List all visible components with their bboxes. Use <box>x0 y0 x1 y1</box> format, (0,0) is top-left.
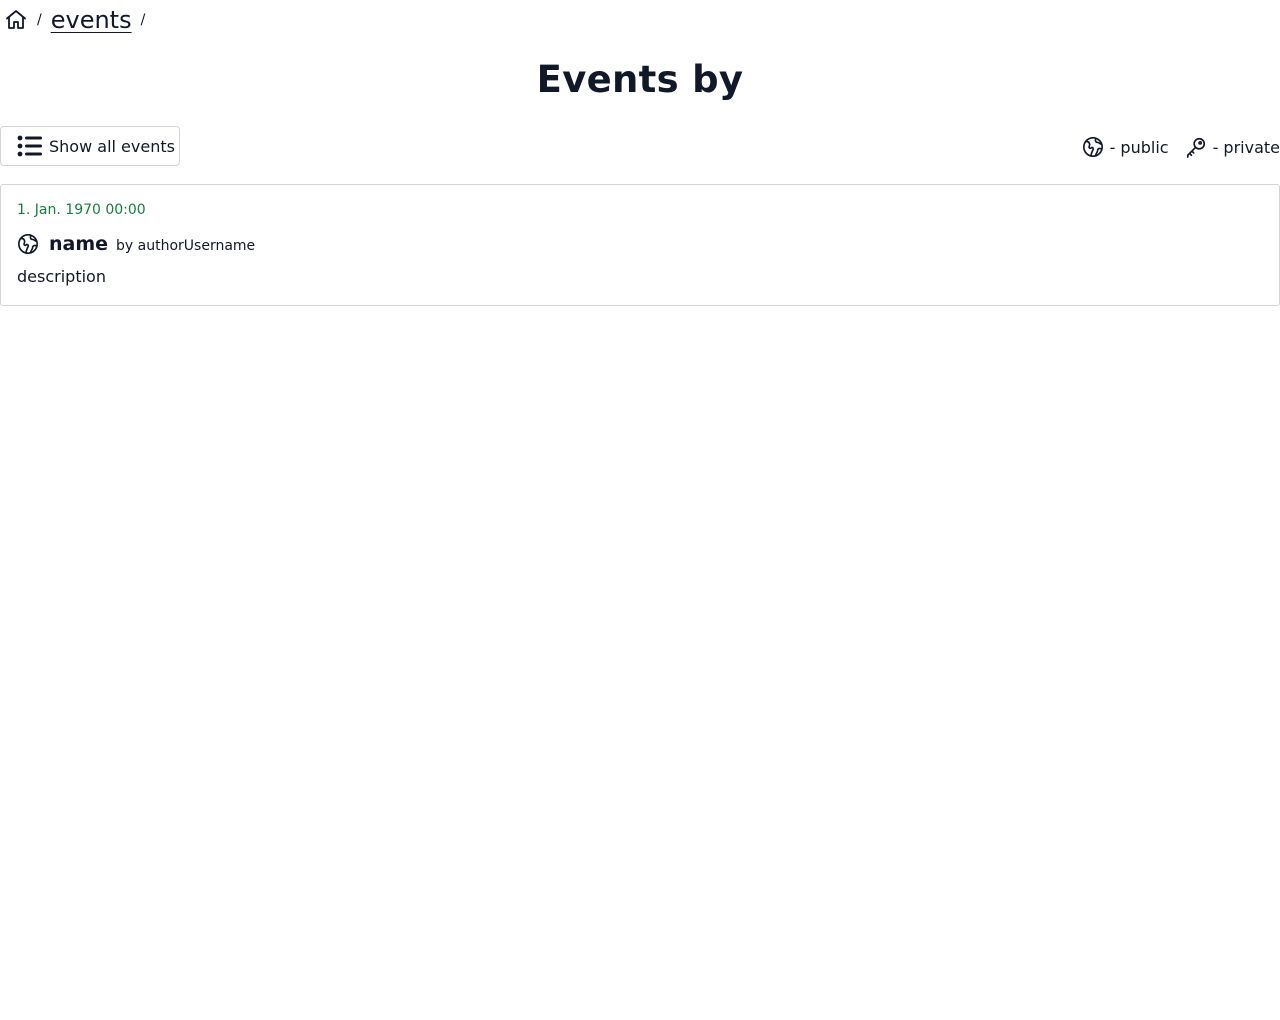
breadcrumb-separator: / <box>140 12 146 28</box>
event-description: description <box>17 267 106 286</box>
globe-icon <box>17 232 41 256</box>
breadcrumb-separator: / <box>37 12 42 28</box>
globe-icon <box>1082 135 1106 159</box>
list-icon <box>17 134 43 158</box>
event-author: by authorUsername <box>116 237 256 254</box>
event-header: name by authorUsername <box>17 231 255 257</box>
events-page: / events / Events by Show all events - p… <box>0 0 1280 1020</box>
page-title: Events by <box>536 58 744 101</box>
legend-private: - private <box>1185 135 1280 159</box>
breadcrumb-link-events[interactable]: events <box>51 6 132 34</box>
event-date: 1. Jan. 1970 00:00 <box>17 202 146 218</box>
breadcrumb: / events / <box>4 4 154 36</box>
legend-public-label: - public <box>1109 137 1169 157</box>
visibility-legend: - public - private <box>1082 134 1280 160</box>
key-icon <box>1185 135 1209 159</box>
legend-public: - public <box>1082 135 1169 159</box>
show-all-events-button[interactable]: Show all events <box>0 126 180 166</box>
event-name: name <box>49 233 109 255</box>
show-all-events-label: Show all events <box>49 136 175 156</box>
legend-private-label: - private <box>1212 137 1280 157</box>
event-card[interactable]: 1. Jan. 1970 00:00 name by authorUsernam… <box>0 184 1280 306</box>
home-icon[interactable] <box>4 8 28 32</box>
